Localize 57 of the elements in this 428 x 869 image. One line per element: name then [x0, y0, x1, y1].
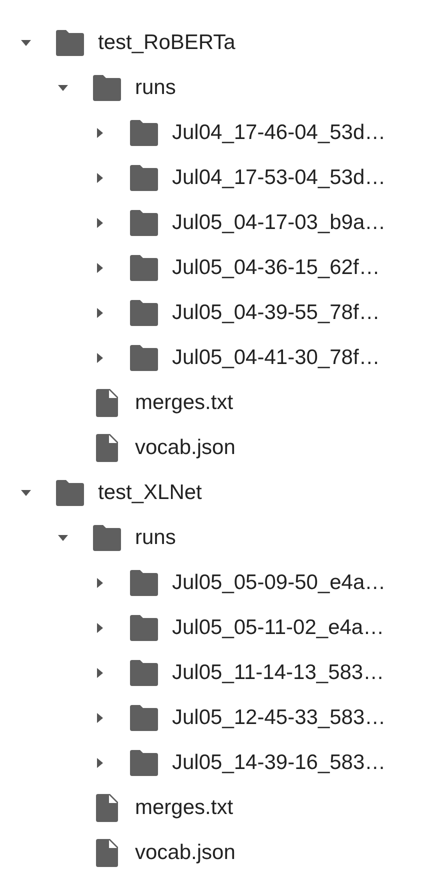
folder-icon [128, 568, 160, 596]
folder-name: Jul05_04-39-55_78f… [172, 300, 380, 324]
folder-icon [128, 164, 160, 192]
folder-name: runs [135, 526, 176, 550]
folder-name: Jul05_04-17-03_b9a… [172, 210, 386, 234]
folder-row[interactable]: Jul05_04-41-30_78f… [0, 335, 428, 380]
file-icon [95, 388, 119, 418]
folder-icon [128, 748, 160, 776]
folder-name: runs [135, 76, 176, 100]
file-icon [95, 792, 119, 822]
folder-row[interactable]: Jul05_12-45-33_583… [0, 695, 428, 740]
file-row[interactable]: vocab.json [0, 425, 428, 470]
folder-name: Jul05_04-36-15_62f… [172, 256, 380, 280]
file-icon [95, 838, 119, 868]
folder-name: Jul04_17-46-04_53d… [172, 120, 386, 144]
file-row[interactable]: vocab.json [0, 830, 428, 869]
folder-name: test_RoBERTa [98, 30, 236, 54]
folder-row[interactable]: Jul05_04-17-03_b9a… [0, 200, 428, 245]
folder-row[interactable]: test_XLNet [0, 470, 428, 515]
folder-row[interactable]: Jul04_17-53-04_53d… [0, 155, 428, 200]
folder-icon [54, 28, 86, 56]
folder-name: Jul05_04-41-30_78f… [172, 346, 380, 370]
folder-row[interactable]: Jul05_04-36-15_62f… [0, 245, 428, 290]
file-row[interactable]: merges.txt [0, 380, 428, 425]
folder-name: Jul05_05-11-02_e4a… [172, 616, 384, 640]
folder-icon [128, 614, 160, 642]
folder-icon [91, 524, 123, 552]
file-name: vocab.json [135, 436, 236, 460]
folder-row[interactable]: Jul05_14-39-16_583… [0, 740, 428, 785]
folder-icon [128, 254, 160, 282]
folder-name: Jul05_11-14-13_583… [172, 660, 384, 684]
file-name: merges.txt [135, 796, 234, 820]
file-icon [95, 432, 119, 462]
file-row[interactable]: merges.txt [0, 785, 428, 830]
folder-icon [128, 208, 160, 236]
folder-name: Jul05_12-45-33_583… [172, 706, 386, 730]
folder-row[interactable]: test_RoBERTa [0, 20, 428, 65]
folder-icon [128, 118, 160, 146]
file-name: vocab.json [135, 840, 236, 864]
folder-icon [54, 478, 86, 506]
file-name: merges.txt [135, 390, 234, 414]
folder-name: Jul05_05-09-50_e4a… [172, 570, 386, 594]
folder-icon [128, 704, 160, 732]
folder-row[interactable]: runs [0, 65, 428, 110]
folder-name: Jul05_14-39-16_583… [172, 750, 386, 774]
folder-icon [128, 658, 160, 686]
folder-row[interactable]: runs [0, 515, 428, 560]
folder-icon [91, 74, 123, 102]
folder-row[interactable]: Jul05_11-14-13_583… [0, 650, 428, 695]
folder-name: Jul04_17-53-04_53d… [172, 166, 386, 190]
folder-name: test_XLNet [98, 480, 202, 504]
folder-row[interactable]: Jul05_05-09-50_e4a… [0, 560, 428, 605]
folder-icon [128, 298, 160, 326]
folder-row[interactable]: Jul05_05-11-02_e4a… [0, 605, 428, 650]
folder-icon [128, 344, 160, 372]
folder-row[interactable]: Jul04_17-46-04_53d… [0, 110, 428, 155]
folder-row[interactable]: Jul05_04-39-55_78f… [0, 290, 428, 335]
